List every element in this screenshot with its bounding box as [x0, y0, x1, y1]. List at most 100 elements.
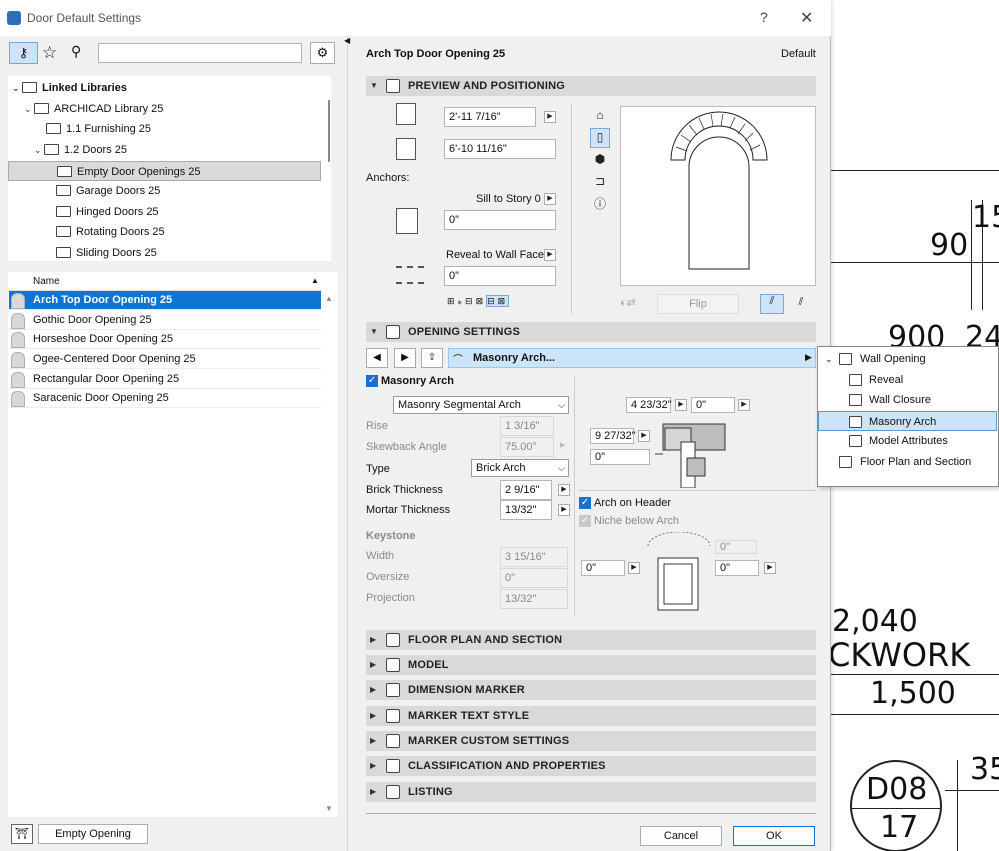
ok-button[interactable]: OK	[733, 826, 815, 846]
prev-page-button[interactable]: ◀	[366, 348, 388, 368]
masonry-arch-checkbox[interactable]: ✓	[366, 375, 378, 387]
tree-item-furnishing[interactable]: 1.1 Furnishing 25	[46, 119, 151, 139]
flip-button[interactable]: Flip	[657, 294, 739, 314]
close-button[interactable]: ✕	[800, 8, 813, 28]
section-floor-plan[interactable]: ▶ FLOOR PLAN AND SECTION	[366, 630, 816, 650]
tree-item-archicad-library[interactable]: ⌄ ARCHICAD Library 25	[24, 99, 163, 119]
favorites-star-icon[interactable]: ☆	[42, 42, 57, 64]
brick-thickness-arrow[interactable]: ▶	[558, 484, 570, 496]
type-label: Type	[366, 463, 390, 475]
tree-item-hinged-doors[interactable]: Hinged Doors 25	[56, 202, 159, 222]
niche-input-b[interactable]: 0"	[581, 560, 625, 576]
anchor-options-icons[interactable]: ⊞⁎⊟⊠⊟⊠	[447, 295, 531, 310]
list-header-name[interactable]: Name	[33, 276, 60, 287]
panel-divider[interactable]	[347, 36, 348, 851]
list-scroll-down-icon[interactable]: ▼	[325, 804, 333, 813]
list-item-gothic[interactable]: Gothic Door Opening 25	[9, 311, 321, 330]
mirror-icon[interactable]: ◐⇄	[620, 296, 652, 312]
diagram-arrow-b[interactable]: ▶	[738, 399, 750, 411]
3d-view-icon[interactable]: ⬢	[592, 151, 608, 167]
page-selector-arrow-icon: ▶	[805, 352, 812, 362]
keystone-width-input: 3 15/16"	[500, 547, 568, 567]
tree-item-linked-libraries[interactable]: ⌄ Linked Libraries	[12, 78, 127, 98]
diagram-input-a[interactable]: 4 23/32"	[626, 397, 672, 413]
diagram-input-d[interactable]: 0"	[590, 449, 650, 465]
page-tree-button[interactable]: ⇪	[421, 348, 443, 368]
niche-input-c[interactable]: 0"	[715, 560, 759, 576]
diagram-arrow-c[interactable]: ▶	[638, 430, 650, 442]
library-settings-gear-icon[interactable]: ⚙	[310, 42, 335, 64]
dim-15: 15	[972, 200, 999, 235]
niche-arrow-b[interactable]: ▶	[628, 562, 640, 574]
section-marker-custom[interactable]: ▶ MARKER CUSTOM SETTINGS	[366, 731, 816, 751]
diagram-input-b[interactable]: 0"	[691, 397, 735, 413]
niche-arrow-c[interactable]: ▶	[764, 562, 776, 574]
tree-item-sliding-doors[interactable]: Sliding Doors 25	[56, 243, 157, 263]
popup-item-wall-closure[interactable]: Wall Closure	[819, 390, 997, 410]
popup-item-masonry-arch[interactable]: Masonry Arch	[818, 411, 997, 431]
folder-icon	[44, 143, 59, 155]
mortar-thickness-input[interactable]: 13/32"	[500, 500, 552, 520]
arch-on-header-checkbox[interactable]: ✓	[579, 497, 591, 509]
tree-item-empty-door-openings[interactable]: Empty Door Openings 25	[8, 161, 321, 181]
page-selector-label: Masonry Arch...	[473, 352, 556, 364]
section-listing[interactable]: ▶ LISTING	[366, 782, 816, 802]
diagram-input-c[interactable]: 9 27/32"	[590, 428, 636, 444]
next-page-button[interactable]: ▶	[394, 348, 416, 368]
folder-icon	[56, 225, 71, 237]
list-item-horseshoe[interactable]: Horseshoe Door Opening 25	[9, 330, 321, 349]
width-input[interactable]: 2'-11 7/16"	[444, 107, 536, 127]
reveal-anchor-icon	[396, 266, 424, 284]
section-opening-settings[interactable]: ▼ OPENING SETTINGS	[366, 322, 816, 342]
sill-dropdown-button[interactable]: ▶	[544, 193, 556, 205]
section-marker-text-style[interactable]: ▶ MARKER TEXT STYLE	[366, 706, 816, 726]
popup-item-model-attributes[interactable]: Model Attributes	[819, 431, 997, 451]
door-preview	[620, 106, 816, 286]
reveal-input[interactable]: 0"	[444, 266, 556, 286]
section-classification[interactable]: ▶ CLASSIFICATION AND PROPERTIES	[366, 756, 816, 776]
opening-side-icon-2[interactable]: ⫽	[792, 296, 810, 314]
section-preview-positioning[interactable]: ▼ PREVIEW AND POSITIONING	[366, 76, 816, 96]
section-model[interactable]: ▶ MODEL	[366, 655, 816, 675]
arch-type-select[interactable]: Masonry Segmental Arch ⌵	[393, 396, 569, 414]
popup-item-reveal[interactable]: Reveal	[819, 370, 997, 390]
mortar-thickness-arrow[interactable]: ▶	[558, 504, 570, 516]
collapse-panel-icon[interactable]: ◀	[344, 36, 350, 45]
width-arrow-button[interactable]: ▶	[544, 111, 556, 123]
model-icon	[386, 658, 400, 672]
section-dimension-marker[interactable]: ▶ DIMENSION MARKER	[366, 680, 816, 700]
section-view-icon[interactable]: ⊐	[592, 173, 608, 189]
reveal-label: Reveal to Wall Face	[446, 249, 545, 261]
height-input[interactable]: 6'-10 11/16"	[444, 139, 556, 159]
library-search-input[interactable]	[98, 43, 302, 63]
reveal-dropdown-button[interactable]: ▶	[544, 249, 556, 261]
diagram-arrow-a[interactable]: ▶	[675, 399, 687, 411]
library-filter-button[interactable]: ⚷	[9, 42, 38, 64]
opening-side-icon-1[interactable]: ⫽	[760, 294, 784, 314]
list-item-saracenic[interactable]: Saracenic Door Opening 25	[9, 389, 321, 408]
object-type-icon[interactable]: ⛩	[11, 824, 33, 844]
popup-item-wall-opening[interactable]: ⌄ Wall Opening	[819, 349, 997, 369]
front-view-icon[interactable]: ▯	[590, 128, 610, 148]
list-item-arch-top[interactable]: Arch Top Door Opening 25	[9, 291, 321, 310]
tree-item-rotating-doors[interactable]: Rotating Doors 25	[56, 222, 165, 242]
list-item-rectangular[interactable]: Rectangular Door Opening 25	[9, 370, 321, 389]
plan-view-icon[interactable]: ⌂	[592, 107, 608, 123]
anchors-label: Anchors:	[366, 172, 410, 184]
tree-item-doors[interactable]: ⌄ 1.2 Doors 25	[34, 140, 127, 160]
cancel-button[interactable]: Cancel	[640, 826, 722, 846]
tree-item-garage-doors[interactable]: Garage Doors 25	[56, 181, 160, 201]
tree-scrollbar[interactable]	[328, 100, 330, 162]
popup-item-floor-plan-section[interactable]: Floor Plan and Section	[819, 452, 997, 472]
type-select[interactable]: Brick Arch ⌵	[471, 459, 569, 477]
list-scroll-up-icon[interactable]: ▲	[325, 294, 333, 303]
search-icon[interactable]: ⚲	[71, 43, 81, 60]
sort-ascending-icon[interactable]: ▲	[311, 276, 319, 285]
page-selector[interactable]: ⌒ Masonry Arch... ▶	[448, 348, 816, 368]
help-button[interactable]: ?	[760, 9, 768, 25]
info-icon[interactable]: ⓘ	[592, 196, 608, 212]
list-item-ogee[interactable]: Ogee-Centered Door Opening 25	[9, 350, 321, 369]
empty-opening-button[interactable]: Empty Opening	[38, 824, 148, 844]
sill-input[interactable]: 0"	[444, 210, 556, 230]
brick-thickness-input[interactable]: 2 9/16"	[500, 480, 552, 500]
